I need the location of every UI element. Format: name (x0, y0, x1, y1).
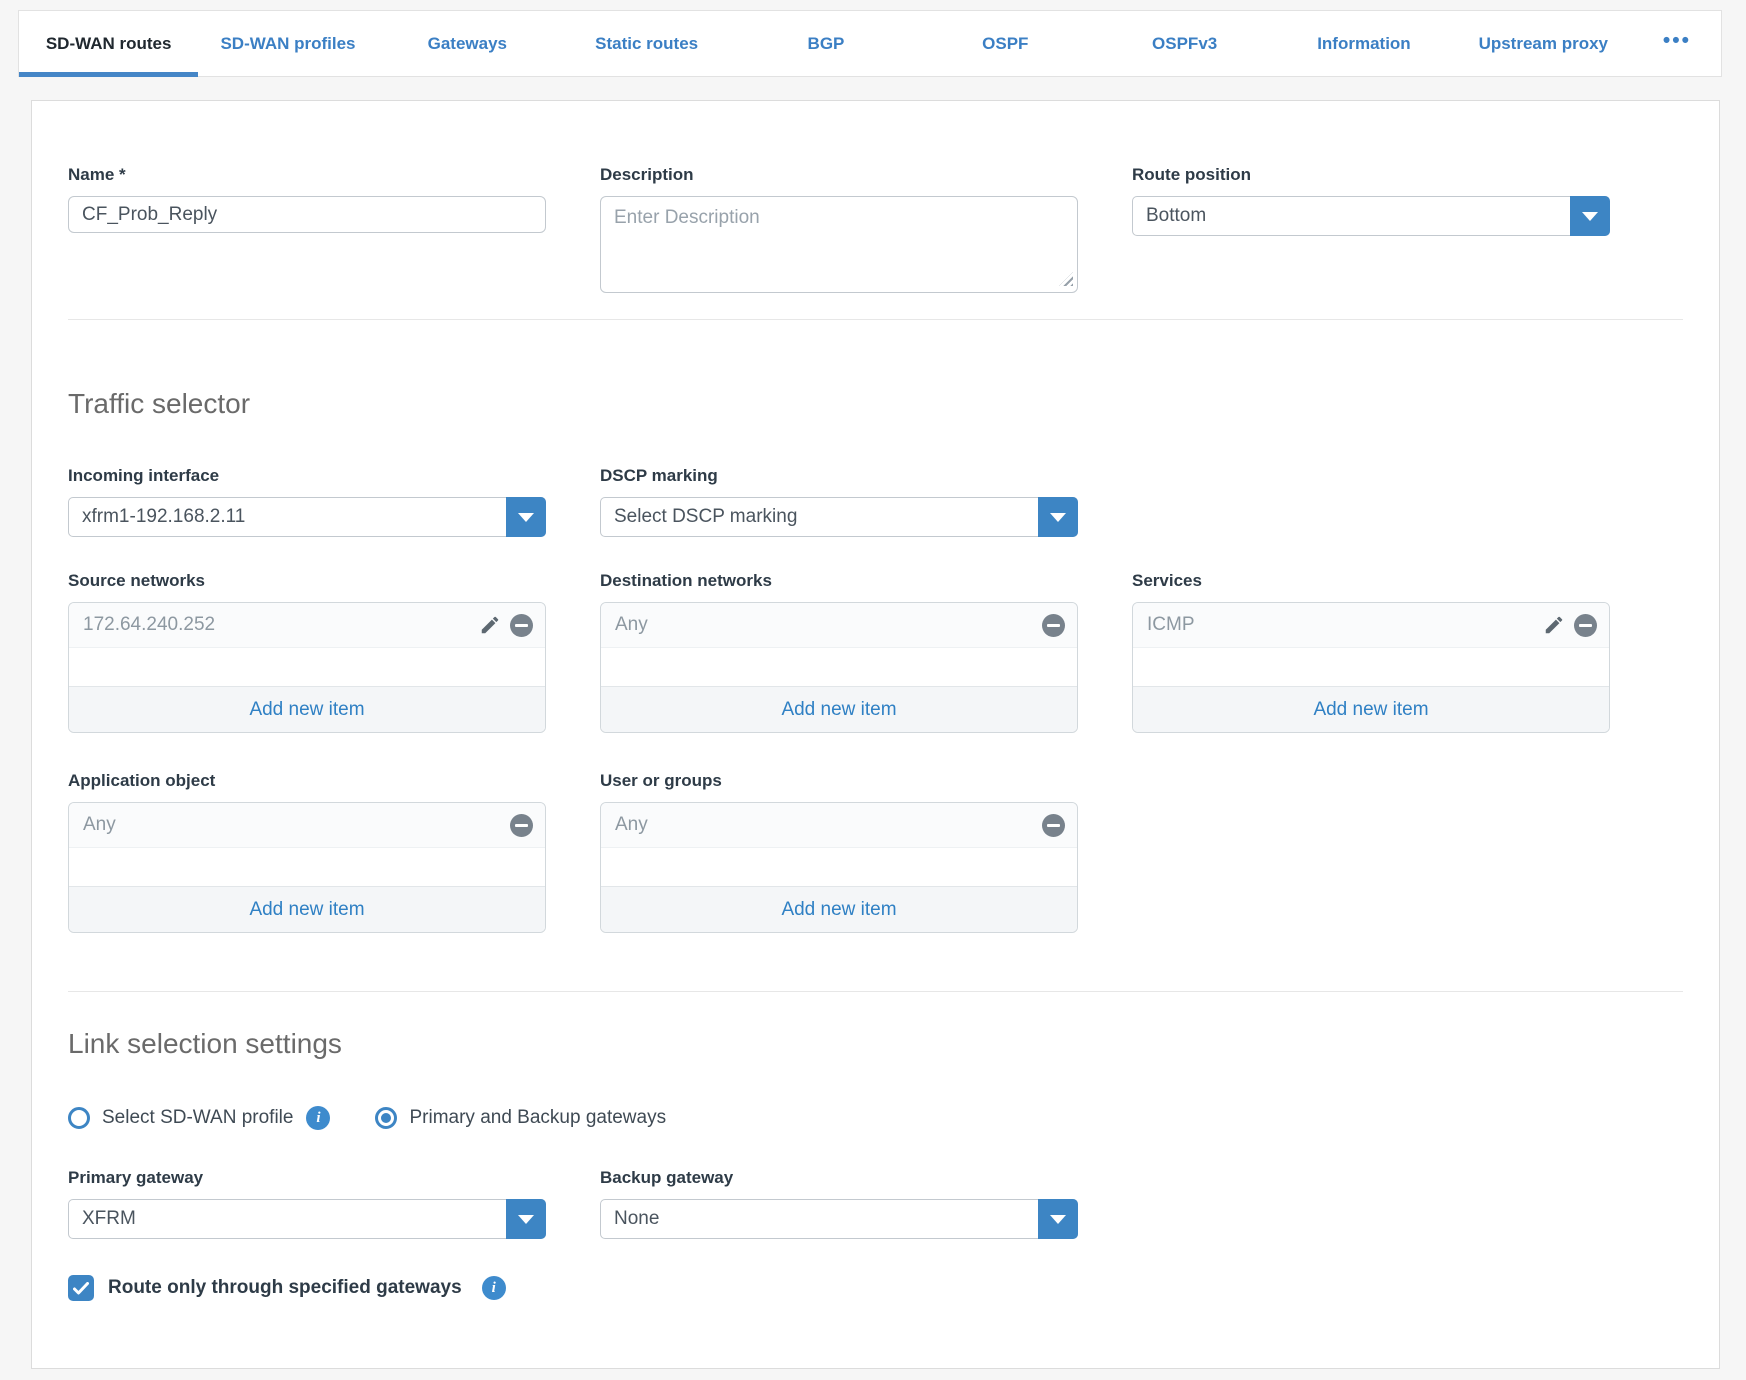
list-empty-area (601, 848, 1077, 886)
incoming-interface-select[interactable]: xfrm1-192.168.2.11 (68, 497, 546, 537)
primary-gateway-value: XFRM (82, 1208, 136, 1230)
list-item: ICMP (1133, 603, 1609, 648)
remove-item-icon[interactable] (510, 814, 533, 837)
user-or-groups-value: Any (615, 814, 1033, 836)
description-label: Description (600, 165, 1078, 185)
edit-pencil-icon[interactable] (1543, 614, 1565, 636)
divider (68, 991, 1683, 992)
link-selection-settings-heading: Link selection settings (68, 1028, 1683, 1060)
tab-upstream-proxy[interactable]: Upstream proxy (1454, 11, 1633, 76)
info-icon[interactable]: i (482, 1276, 506, 1300)
dscp-marking-label: DSCP marking (600, 466, 1078, 486)
tab-sdwan-profiles[interactable]: SD-WAN profiles (198, 11, 377, 76)
tab-bgp[interactable]: BGP (736, 11, 915, 76)
primary-gateway-label: Primary gateway (68, 1168, 546, 1188)
service-value: ICMP (1147, 614, 1535, 636)
backup-gateway-label: Backup gateway (600, 1168, 1078, 1188)
remove-item-icon[interactable] (1574, 614, 1597, 637)
checkmark-icon (73, 1282, 89, 1295)
radio-select-sdwan-profile-label: Select SD-WAN profile (102, 1107, 293, 1129)
divider (68, 319, 1683, 320)
list-empty-area (1133, 648, 1609, 686)
primary-gateway-select[interactable]: XFRM (68, 1199, 546, 1239)
add-user-or-group-button[interactable]: Add new item (601, 886, 1077, 932)
sdwan-route-editor-card: Name * Description Route position Bottom… (31, 100, 1720, 1369)
list-empty-area (69, 848, 545, 886)
source-networks-label: Source networks (68, 571, 546, 591)
user-or-groups-listbox: Any Add new item (600, 802, 1078, 933)
list-item: Any (601, 803, 1077, 848)
destination-network-value: Any (615, 614, 1033, 636)
application-object-value: Any (83, 814, 501, 836)
add-service-button[interactable]: Add new item (1133, 686, 1609, 732)
tab-bar: SD-WAN routes SD-WAN profiles Gateways S… (18, 10, 1722, 77)
destination-networks-listbox: Any Add new item (600, 602, 1078, 733)
chevron-down-icon[interactable] (1038, 1199, 1078, 1239)
application-object-label: Application object (68, 771, 546, 791)
edit-pencil-icon[interactable] (479, 614, 501, 636)
backup-gateway-select[interactable]: None (600, 1199, 1078, 1239)
add-application-object-button[interactable]: Add new item (69, 886, 545, 932)
tab-gateways[interactable]: Gateways (378, 11, 557, 76)
incoming-interface-label: Incoming interface (68, 466, 546, 486)
chevron-down-icon[interactable] (1570, 196, 1610, 236)
chevron-down-icon[interactable] (506, 1199, 546, 1239)
user-or-groups-label: User or groups (600, 771, 1078, 791)
tab-information[interactable]: Information (1274, 11, 1453, 76)
more-tabs-ellipsis-icon[interactable]: ••• (1633, 11, 1721, 76)
description-textarea[interactable] (600, 196, 1078, 293)
source-networks-listbox: 172.64.240.252 Add new item (68, 602, 546, 733)
list-item: Any (601, 603, 1077, 648)
tab-ospfv3[interactable]: OSPFv3 (1095, 11, 1274, 76)
remove-item-icon[interactable] (1042, 814, 1065, 837)
route-only-checkbox-label: Route only through specified gateways (108, 1277, 462, 1299)
add-destination-network-button[interactable]: Add new item (601, 686, 1077, 732)
chevron-down-icon[interactable] (506, 497, 546, 537)
route-only-checkbox[interactable] (68, 1275, 94, 1301)
dscp-marking-select[interactable]: Select DSCP marking (600, 497, 1078, 537)
application-object-listbox: Any Add new item (68, 802, 546, 933)
name-label: Name * (68, 165, 546, 185)
tab-sdwan-routes[interactable]: SD-WAN routes (19, 11, 198, 76)
radio-primary-backup-gateways[interactable]: Primary and Backup gateways (375, 1107, 666, 1129)
route-position-select[interactable]: Bottom (1132, 196, 1610, 236)
tab-ospf[interactable]: OSPF (916, 11, 1095, 76)
radio-unchecked-icon[interactable] (68, 1107, 90, 1129)
remove-item-icon[interactable] (1042, 614, 1065, 637)
tab-static-routes[interactable]: Static routes (557, 11, 736, 76)
list-empty-area (601, 648, 1077, 686)
destination-networks-label: Destination networks (600, 571, 1078, 591)
radio-checked-icon[interactable] (375, 1107, 397, 1129)
dscp-marking-value: Select DSCP marking (614, 506, 797, 528)
route-position-value: Bottom (1146, 205, 1206, 227)
remove-item-icon[interactable] (510, 614, 533, 637)
list-item: 172.64.240.252 (69, 603, 545, 648)
services-label: Services (1132, 571, 1610, 591)
info-icon[interactable]: i (306, 1106, 330, 1130)
add-source-network-button[interactable]: Add new item (69, 686, 545, 732)
radio-primary-backup-gateways-label: Primary and Backup gateways (409, 1107, 666, 1129)
route-position-label: Route position (1132, 165, 1610, 185)
traffic-selector-heading: Traffic selector (68, 388, 1683, 420)
list-empty-area (69, 648, 545, 686)
chevron-down-icon[interactable] (1038, 497, 1078, 537)
radio-select-sdwan-profile[interactable]: Select SD-WAN profile (68, 1107, 293, 1129)
backup-gateway-value: None (614, 1208, 659, 1230)
name-input[interactable] (68, 196, 546, 233)
services-listbox: ICMP Add new item (1132, 602, 1610, 733)
incoming-interface-value: xfrm1-192.168.2.11 (82, 506, 245, 528)
list-item: Any (69, 803, 545, 848)
source-network-value: 172.64.240.252 (83, 614, 471, 636)
